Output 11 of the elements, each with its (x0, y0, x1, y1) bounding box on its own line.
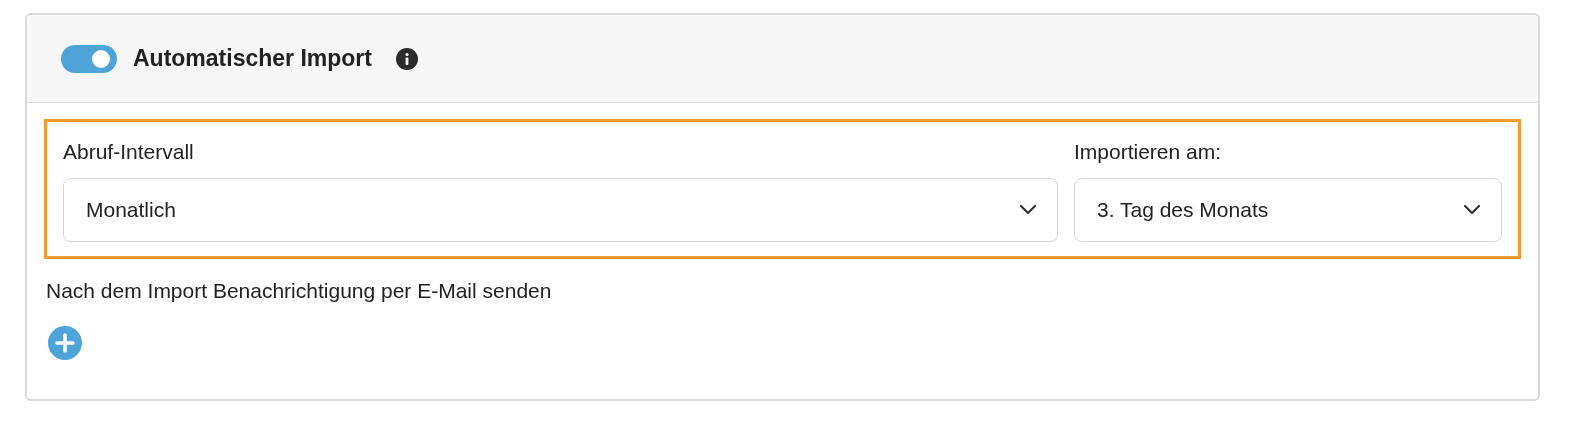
dropdown[interactable]: 3. Tag des Monats (1074, 177, 1502, 242)
chevron-down-icon (1019, 204, 1037, 215)
panel-title: Automatischer Import (133, 44, 372, 74)
dropdown[interactable]: Monatlich (63, 177, 1058, 242)
info-icon[interactable] (396, 47, 418, 70)
toggle-switch[interactable] (61, 44, 117, 73)
field-label: Importieren am: (1074, 139, 1222, 165)
field-label: Abruf-Intervall (63, 139, 194, 165)
add-icon[interactable] (48, 326, 82, 360)
notification-label: Nach dem Import Benachrichtigung per E-Mail senden (46, 278, 552, 302)
chevron-down-icon (1463, 204, 1481, 215)
